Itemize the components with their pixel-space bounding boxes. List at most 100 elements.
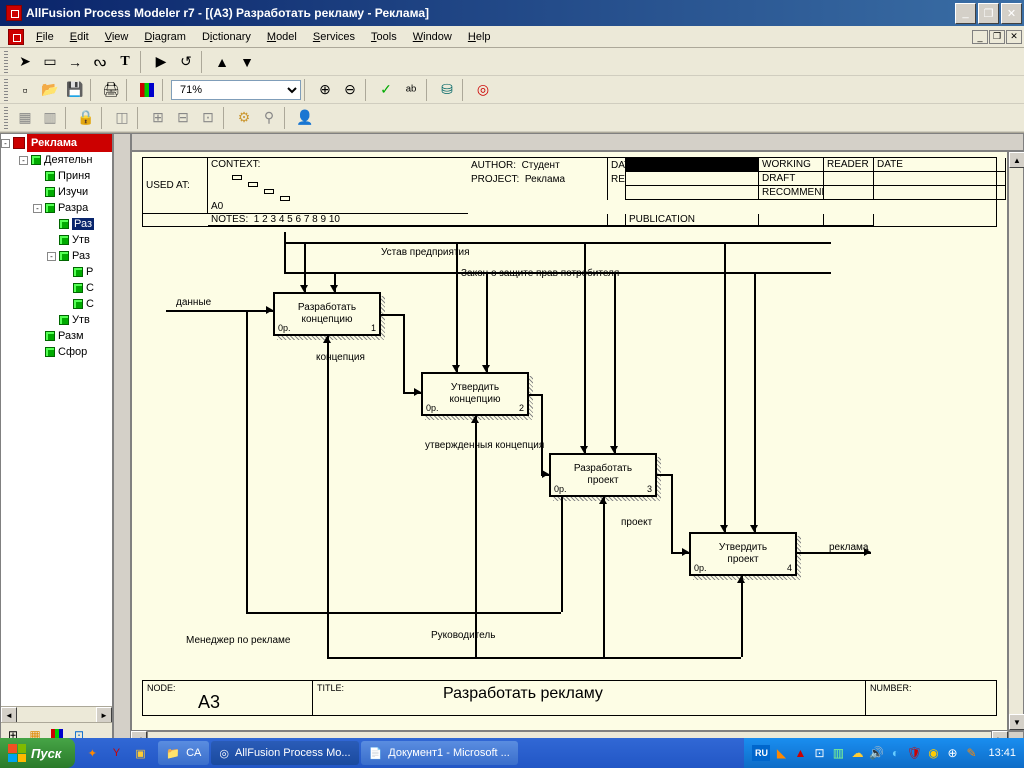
taskbar-button[interactable]: 📄Документ1 - Microsoft ...: [361, 741, 518, 765]
mdi-restore[interactable]: ❐: [989, 30, 1005, 44]
scroll-down-button[interactable]: ▼: [1009, 714, 1024, 730]
print-button[interactable]: 🖨: [99, 79, 123, 101]
zoomout-button[interactable]: ⊖: [338, 79, 362, 101]
tree[interactable]: -Реклама -ДеятельнПриняИзучи-РазраРазУтв…: [1, 134, 112, 706]
mdi-close[interactable]: ✕: [1006, 30, 1022, 44]
start-button[interactable]: Пуск: [0, 738, 75, 768]
maximize-button[interactable]: ❐: [978, 3, 999, 24]
scroll-up-button[interactable]: ▲: [1009, 152, 1024, 168]
tool-b[interactable]: ▥: [38, 107, 62, 129]
scroll-track[interactable]: [17, 707, 96, 722]
menu-tools[interactable]: Tools: [363, 28, 405, 46]
scroll-left-button[interactable]: ◄: [1, 707, 17, 723]
tray-icon[interactable]: ◉: [925, 745, 941, 761]
spell-button[interactable]: ᵃᵇ: [399, 79, 423, 101]
tree-item[interactable]: Утв: [1, 232, 112, 248]
tray-icon[interactable]: ◣: [773, 745, 789, 761]
tree-root[interactable]: Реклама: [27, 134, 112, 152]
tray-icon[interactable]: 🛡: [906, 745, 922, 761]
save-button[interactable]: 💾: [63, 79, 87, 101]
ql-icon[interactable]: ▣: [129, 742, 151, 764]
tray-icon[interactable]: ▲: [792, 745, 808, 761]
tool-g[interactable]: ⚙: [232, 107, 256, 129]
tree-item[interactable]: Раз: [1, 216, 112, 232]
expander-icon[interactable]: -: [33, 204, 42, 213]
tray-icon[interactable]: 🔊: [868, 745, 884, 761]
taskbar-button[interactable]: 📁CA: [158, 741, 209, 765]
toolbar-grip[interactable]: [4, 51, 8, 73]
menu-edit[interactable]: Edit: [62, 28, 97, 46]
tray-icon[interactable]: ◐: [887, 745, 903, 761]
db-button[interactable]: ⛁: [435, 79, 459, 101]
pointer-tool[interactable]: ➤: [13, 51, 37, 73]
open-button[interactable]: 📂: [38, 79, 62, 101]
box-tool[interactable]: ▭: [38, 51, 62, 73]
tray-icon[interactable]: ▥: [830, 745, 846, 761]
tool-d[interactable]: ⊞: [146, 107, 170, 129]
scroll-track-v[interactable]: [1009, 168, 1023, 714]
tree-hscroll[interactable]: ◄ ►: [1, 706, 112, 722]
taskbar-button[interactable]: ◎AllFusion Process Mo...: [211, 741, 358, 765]
arrow-tool[interactable]: →: [63, 51, 87, 73]
tray-icon[interactable]: ⊕: [944, 745, 960, 761]
toolbar-grip[interactable]: [4, 107, 8, 129]
play-tool[interactable]: ▶: [149, 51, 173, 73]
minimize-button[interactable]: _: [955, 3, 976, 24]
colors-button[interactable]: [135, 79, 159, 101]
tree-item[interactable]: -Разра: [1, 200, 112, 216]
close-button[interactable]: ✕: [1001, 3, 1022, 24]
tool-i[interactable]: 👤: [293, 107, 317, 129]
lock-button[interactable]: 🔒: [74, 107, 98, 129]
text-tool[interactable]: T: [113, 51, 137, 73]
tree-item[interactable]: -Деятельн: [1, 152, 112, 168]
tree-item[interactable]: Разм: [1, 328, 112, 344]
toolbar-grip[interactable]: [4, 79, 8, 101]
zoom-select[interactable]: 71%: [171, 80, 301, 100]
tree-item[interactable]: Сфор: [1, 344, 112, 360]
tool-e[interactable]: ⊟: [171, 107, 195, 129]
clock[interactable]: 13:41: [988, 747, 1016, 759]
activity-box[interactable]: Утвердитьпроект0р.4: [689, 532, 797, 576]
expander-icon[interactable]: -: [47, 252, 56, 261]
check-button[interactable]: ✓: [374, 79, 398, 101]
new-button[interactable]: ▫: [13, 79, 37, 101]
activity-box[interactable]: Разработатьпроект0р.3: [549, 453, 657, 497]
tree-item[interactable]: Р: [1, 264, 112, 280]
activity-box[interactable]: Разработатьконцепцию0р.1: [273, 292, 381, 336]
activity-box[interactable]: Утвердитьконцепцию0р.2: [421, 372, 529, 416]
expander-icon[interactable]: -: [1, 139, 10, 148]
squiggle-tool[interactable]: ᔓ: [88, 51, 112, 73]
tool-c[interactable]: ◫: [110, 107, 134, 129]
tool-h[interactable]: ⚲: [257, 107, 281, 129]
tray-icon[interactable]: ⊡: [811, 745, 827, 761]
tree-item[interactable]: Утв: [1, 312, 112, 328]
mdi-minimize[interactable]: _: [972, 30, 988, 44]
tray-icon[interactable]: ☁: [849, 745, 865, 761]
tool-f[interactable]: ⊡: [196, 107, 220, 129]
menu-window[interactable]: Window: [405, 28, 460, 46]
ql-icon[interactable]: Y: [105, 742, 127, 764]
ql-icon[interactable]: ✦: [81, 742, 103, 764]
menu-file[interactable]: File: [28, 28, 62, 46]
menu-model[interactable]: Model: [259, 28, 305, 46]
diagram-canvas[interactable]: USED AT: AUTHOR: Студент DATE: 08.06.201…: [131, 151, 1008, 731]
down-tool[interactable]: ▼: [235, 51, 259, 73]
target-button[interactable]: ◎: [471, 79, 495, 101]
canvas-vscroll[interactable]: ▲ ▼: [1008, 151, 1024, 731]
menu-diagram[interactable]: Diagram: [136, 28, 194, 46]
menu-services[interactable]: Services: [305, 28, 363, 46]
zoomin-button[interactable]: ⊕: [313, 79, 337, 101]
menu-dictionary[interactable]: Dictionary: [194, 28, 259, 46]
tree-item[interactable]: С: [1, 296, 112, 312]
tree-item[interactable]: -Раз: [1, 248, 112, 264]
scroll-right-button[interactable]: ►: [96, 707, 112, 723]
expander-icon[interactable]: -: [19, 156, 28, 165]
menu-view[interactable]: View: [97, 28, 137, 46]
tree-item[interactable]: Изучи: [1, 184, 112, 200]
lang-indicator[interactable]: RU: [752, 745, 770, 761]
tray-icon[interactable]: ✎: [963, 745, 979, 761]
tool-a[interactable]: ▦: [13, 107, 37, 129]
tree-item[interactable]: С: [1, 280, 112, 296]
tree-item[interactable]: Приня: [1, 168, 112, 184]
up-tool[interactable]: ▲: [210, 51, 234, 73]
